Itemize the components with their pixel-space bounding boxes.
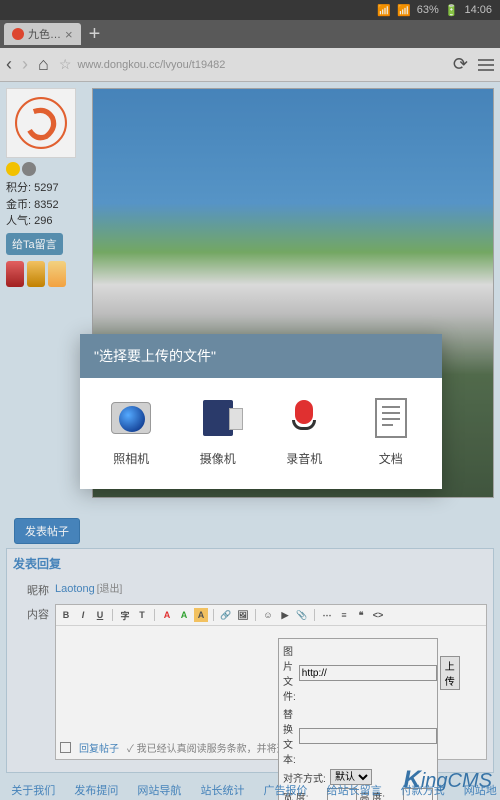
- option-label: 录音机: [286, 450, 322, 467]
- file-picker-modal: "选择要上传的文件" 照相机 摄像机 录音机 文档: [80, 334, 442, 489]
- option-recorder[interactable]: 录音机: [282, 396, 326, 467]
- option-camera[interactable]: 照相机: [109, 396, 153, 467]
- microphone-icon: [292, 400, 316, 436]
- option-label: 照相机: [113, 450, 149, 467]
- option-label: 文档: [379, 450, 403, 467]
- modal-title: "选择要上传的文件": [80, 334, 442, 378]
- document-icon: [375, 398, 407, 438]
- option-document[interactable]: 文档: [369, 396, 413, 467]
- camera-icon: [111, 402, 151, 434]
- option-camcorder[interactable]: 摄像机: [196, 396, 240, 467]
- camcorder-icon: [203, 400, 233, 436]
- option-label: 摄像机: [200, 450, 236, 467]
